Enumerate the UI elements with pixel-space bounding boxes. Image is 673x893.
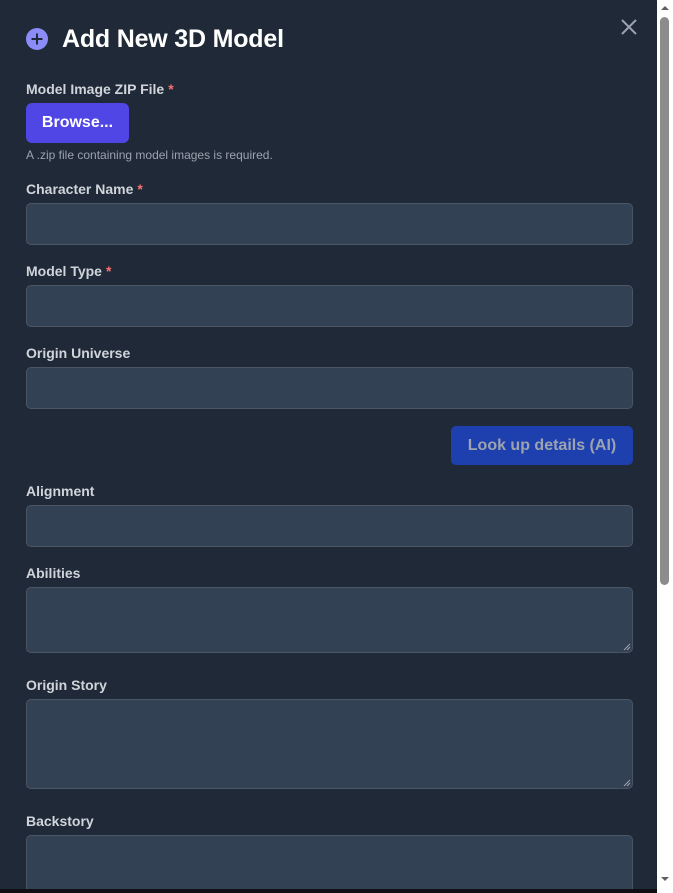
character-name-label-text: Character Name — [26, 181, 134, 197]
character-name-label: Character Name * — [26, 180, 633, 198]
scroll-down-icon[interactable] — [659, 873, 671, 885]
resize-grip-icon[interactable] — [623, 643, 631, 651]
backstory-label: Backstory — [26, 813, 94, 829]
zip-file-field: Model Image ZIP File * — [26, 80, 633, 98]
plus-circle-icon — [26, 28, 48, 50]
required-marker: * — [168, 81, 174, 97]
model-type-label-text: Model Type — [26, 263, 102, 279]
origin-story-textarea[interactable] — [26, 699, 633, 789]
scroll-up-icon[interactable] — [659, 2, 671, 14]
origin-story-field: Origin Story — [26, 676, 633, 789]
abilities-field: Abilities — [26, 564, 633, 653]
required-marker: * — [137, 181, 143, 197]
character-name-field: Character Name * — [26, 180, 633, 245]
model-type-input[interactable] — [26, 285, 633, 327]
modal-header: Add New 3D Model — [26, 24, 284, 54]
origin-universe-label: Origin Universe — [26, 345, 131, 361]
modal-title: Add New 3D Model — [62, 24, 284, 53]
model-type-field: Model Type * — [26, 262, 633, 327]
browse-button[interactable]: Browse... — [26, 103, 129, 143]
page-backdrop-strip — [0, 889, 657, 893]
scrollbar-thumb[interactable] — [660, 17, 669, 585]
backstory-textarea[interactable] — [26, 835, 633, 889]
alignment-field: Alignment — [26, 482, 633, 547]
zip-file-label-text: Model Image ZIP File — [26, 81, 165, 97]
close-icon — [621, 19, 637, 35]
zip-help-text: A .zip file containing model images is r… — [26, 148, 273, 162]
ai-lookup-button[interactable]: Look up details (AI) — [451, 426, 633, 465]
add-model-modal: Add New 3D Model Model Image ZIP File * B… — [0, 0, 657, 889]
required-marker: * — [105, 263, 112, 279]
origin-universe-field: Origin Universe — [26, 344, 633, 409]
origin-universe-input[interactable] — [26, 367, 633, 409]
origin-story-label: Origin Story — [26, 677, 107, 693]
alignment-label: Alignment — [26, 483, 95, 499]
abilities-label: Abilities — [26, 565, 81, 581]
backstory-field: Backstory — [26, 812, 633, 889]
character-name-input[interactable] — [26, 203, 633, 245]
resize-grip-icon[interactable] — [623, 779, 631, 787]
zip-file-label: Model Image ZIP File * — [26, 80, 633, 98]
abilities-textarea[interactable] — [26, 587, 633, 653]
close-button[interactable] — [616, 14, 642, 40]
alignment-input[interactable] — [26, 505, 633, 547]
model-type-label: Model Type * — [26, 262, 633, 280]
